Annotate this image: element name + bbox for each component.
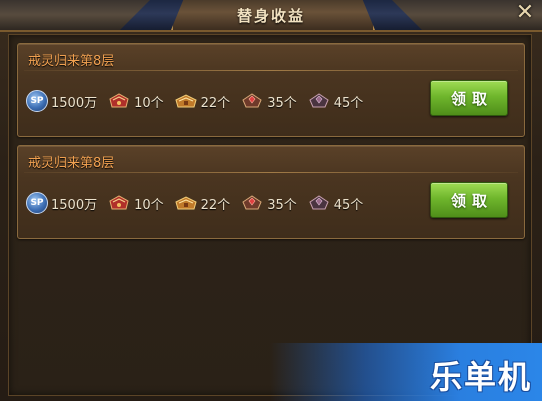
reward-red-chest: 10个 (107, 91, 164, 111)
reward-amount: 35个 (267, 197, 297, 213)
reward-red-gem-chest: 35个 (240, 193, 297, 213)
gold-chest-icon (174, 193, 198, 213)
red-gem-chest-icon (240, 91, 264, 111)
watermark-text: 乐单机 (429, 358, 532, 396)
reward-gold-chest: 22个 (174, 91, 231, 111)
card-divider (24, 172, 518, 173)
red-chest-icon (107, 91, 131, 111)
dark-chest-icon (307, 193, 331, 213)
window-title: 替身收益 (236, 7, 305, 25)
sp-currency-icon: SP (26, 90, 48, 112)
card-title: 戒灵归来第8层 (28, 156, 115, 171)
claim-button[interactable]: 领取 (430, 182, 508, 218)
reward-dark-chest: 45个 (307, 91, 364, 111)
reward-items: SP 1500万 10个 22个 35个 45个 (26, 88, 373, 114)
reward-amount: 1500万 (51, 95, 98, 111)
reward-gold-chest: 22个 (174, 193, 231, 213)
reward-amount: 22个 (200, 197, 231, 213)
card-divider (24, 70, 518, 71)
reward-sp: SP 1500万 (26, 192, 97, 214)
card-title: 戒灵归来第8层 (28, 54, 115, 69)
reward-list-panel: 戒灵归来第8层 SP 1500万 10个 22个 35个 45个 领取 戒灵归来… (8, 34, 532, 396)
gold-chest-icon (174, 91, 198, 111)
reward-amount: 35个 (267, 95, 297, 111)
reward-red-chest: 10个 (107, 193, 164, 213)
claim-button[interactable]: 领取 (430, 80, 508, 116)
reward-sp: SP 1500万 (26, 90, 97, 112)
reward-amount: 1500万 (51, 197, 98, 213)
close-icon[interactable]: ✕ (514, 2, 536, 24)
reward-amount: 45个 (333, 197, 364, 213)
reward-dark-chest: 45个 (307, 193, 364, 213)
red-gem-chest-icon (240, 193, 264, 213)
red-chest-icon (107, 193, 131, 213)
reward-amount: 45个 (333, 95, 364, 111)
dark-chest-icon (307, 91, 331, 111)
title-bar-left-ornament (0, 0, 150, 30)
reward-amount: 10个 (134, 197, 164, 213)
sp-currency-icon: SP (26, 192, 48, 214)
reward-amount: 22个 (200, 95, 231, 111)
reward-red-gem-chest: 35个 (240, 91, 297, 111)
reward-card: 戒灵归来第8层 SP 1500万 10个 22个 35个 45个 领取 (17, 145, 525, 239)
reward-card: 戒灵归来第8层 SP 1500万 10个 22个 35个 45个 领取 (17, 43, 525, 137)
reward-items: SP 1500万 10个 22个 35个 45个 (26, 190, 373, 216)
reward-window: 替身收益 ✕ 戒灵归来第8层 SP 1500万 10个 22个 35个 45个 … (0, 0, 542, 401)
reward-amount: 10个 (134, 95, 164, 111)
